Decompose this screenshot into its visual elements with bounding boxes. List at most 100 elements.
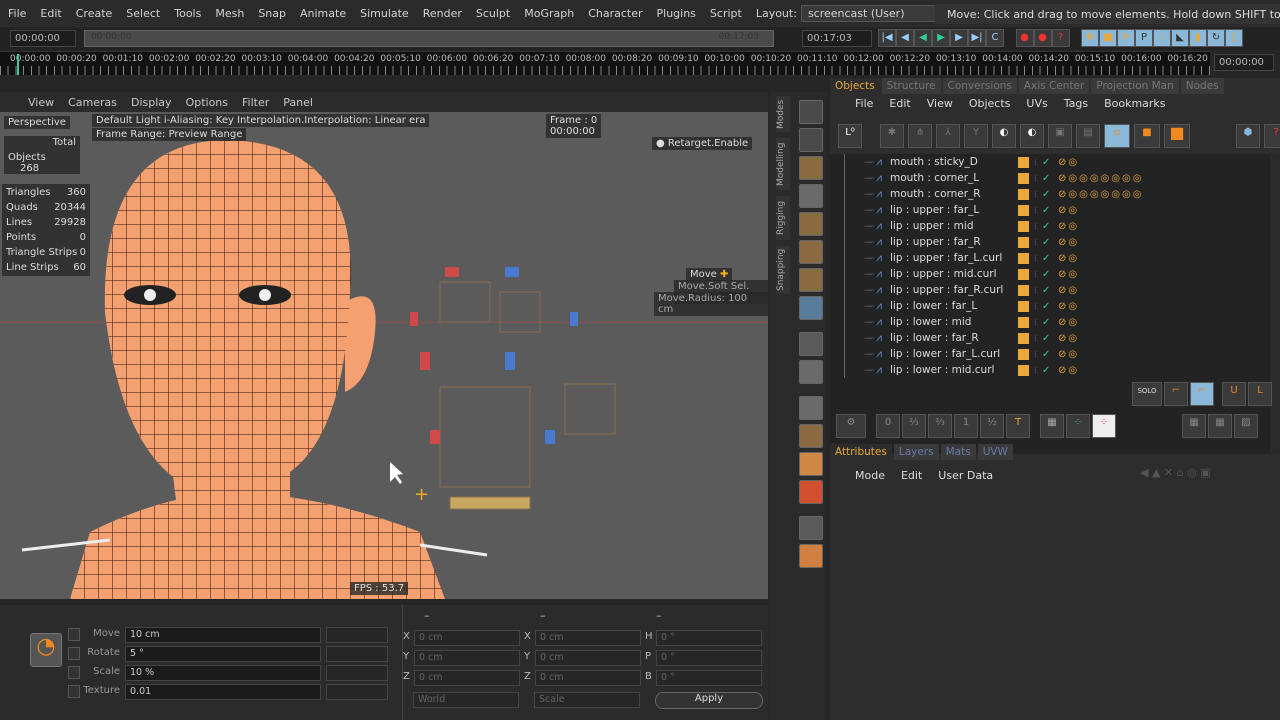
visibility-dots[interactable]: ⁞ bbox=[1034, 158, 1037, 167]
tag-icons[interactable]: ⊘◎ bbox=[1058, 253, 1079, 264]
palette-tool-icon[interactable] bbox=[799, 240, 823, 264]
menu-plugins[interactable]: Plugins bbox=[657, 7, 696, 20]
menu-mograph[interactable]: MoGraph bbox=[524, 7, 574, 20]
menu-character[interactable]: Character bbox=[588, 7, 642, 20]
side-tab-snapping[interactable]: Snapping bbox=[776, 246, 790, 294]
keyframe-selection-button[interactable]: ? bbox=[1051, 29, 1070, 47]
solo-view-button[interactable]: ⌐ bbox=[1190, 382, 1214, 406]
size-large-button[interactable]: ■ bbox=[1164, 124, 1190, 148]
side-tab-modelling[interactable]: Modelling bbox=[776, 138, 790, 190]
group-button[interactable]: ▣ bbox=[1048, 124, 1072, 148]
object-name[interactable]: lip : upper : mid bbox=[890, 220, 974, 232]
layer-color-swatch[interactable] bbox=[1018, 332, 1029, 344]
object-row[interactable]: — ⩘ lip : upper : mid.curl ⁞ ✓ ⊘◎ bbox=[830, 266, 1270, 282]
help-icon[interactable]: ? bbox=[1264, 124, 1280, 148]
rig-tool-2[interactable]: 0 bbox=[876, 414, 900, 438]
palette-tool-icon[interactable] bbox=[799, 268, 823, 292]
menu-mesh[interactable]: Mesh bbox=[215, 7, 244, 20]
grid-tool-button[interactable]: ▦ bbox=[1040, 414, 1064, 438]
visibility-dots[interactable]: ⁞ bbox=[1034, 318, 1037, 327]
tab-conversions[interactable]: Conversions bbox=[942, 78, 1017, 94]
tool-row-dropdown[interactable] bbox=[326, 684, 388, 700]
object-row[interactable]: — ⩘ lip : upper : far_R.curl ⁞ ✓ ⊘◎ bbox=[830, 282, 1270, 298]
prev-key-button[interactable]: ◀ bbox=[896, 29, 914, 47]
side-tab-modes[interactable]: Modes bbox=[776, 96, 790, 132]
menu-script[interactable]: Script bbox=[710, 7, 742, 20]
rig-tool-6[interactable]: ½ bbox=[980, 414, 1004, 438]
palette-tool-icon[interactable] bbox=[799, 296, 823, 320]
object-row[interactable]: — ⩘ lip : lower : far_R ⁞ ✓ ⊘◎ bbox=[830, 330, 1270, 346]
layer-color-swatch[interactable] bbox=[1018, 220, 1029, 232]
tool-row-input[interactable]: 0.01 bbox=[125, 684, 321, 700]
magnet-icon[interactable]: U bbox=[1222, 382, 1246, 406]
object-name[interactable]: lip : upper : far_R bbox=[890, 236, 981, 248]
preview-range-slider[interactable]: 00:00:00 00:17:03 bbox=[84, 30, 774, 47]
joint-tool-button[interactable]: ✱ bbox=[880, 124, 904, 148]
tab-axis-center[interactable]: Axis Center bbox=[1018, 78, 1090, 94]
object-name[interactable]: lip : lower : far_R bbox=[890, 332, 979, 344]
tag-icons[interactable]: ⊘◎ bbox=[1058, 349, 1079, 360]
tag-icons[interactable]: ⊘◎◎◎◎◎◎◎ bbox=[1058, 173, 1143, 184]
tag-icons[interactable]: ⊘◎◎◎◎◎◎◎ bbox=[1058, 189, 1143, 200]
object-row[interactable]: — ⩘ mouth : corner_L ⁞ ✓ ⊘◎◎◎◎◎◎◎ bbox=[830, 170, 1270, 186]
coord-rot-input[interactable]: 0 ° bbox=[656, 630, 762, 646]
enabled-check-icon[interactable]: ✓ bbox=[1042, 317, 1050, 328]
object-row[interactable]: — ⩘ lip : lower : far_L ⁞ ✓ ⊘◎ bbox=[830, 298, 1270, 314]
vp-menu-display[interactable]: Display bbox=[131, 96, 172, 109]
vp-menu-cameras[interactable]: Cameras bbox=[68, 96, 117, 109]
menu-animate[interactable]: Animate bbox=[300, 7, 346, 20]
refresh-button[interactable]: ↻ bbox=[1207, 29, 1225, 47]
menu-select[interactable]: Select bbox=[126, 7, 160, 20]
enabled-check-icon[interactable]: ✓ bbox=[1042, 205, 1050, 216]
goto-end-button[interactable]: ▶| bbox=[968, 29, 986, 47]
layer-color-swatch[interactable] bbox=[1018, 300, 1029, 312]
vp-menu-options[interactable]: Options bbox=[186, 96, 228, 109]
menu-sculpt[interactable]: Sculpt bbox=[476, 7, 510, 20]
object-name[interactable]: lip : lower : mid.curl bbox=[890, 364, 994, 376]
object-row[interactable]: — ⩘ lip : lower : far_L.curl ⁞ ✓ ⊘◎ bbox=[830, 346, 1270, 362]
axis-button[interactable]: L bbox=[1248, 382, 1272, 406]
apply-button[interactable]: Apply bbox=[655, 692, 763, 709]
ik-tool-button[interactable]: ⅄ bbox=[936, 124, 960, 148]
visibility-dots[interactable]: ⁞ bbox=[1034, 222, 1037, 231]
live-selection-tool-icon[interactable]: ◔ bbox=[30, 633, 62, 667]
enabled-check-icon[interactable]: ✓ bbox=[1042, 365, 1050, 376]
object-row[interactable]: — ⩘ lip : upper : far_L ⁞ ✓ ⊘◎ bbox=[830, 202, 1270, 218]
tab-attributes[interactable]: Attributes bbox=[830, 444, 892, 460]
tag-icons[interactable]: ⊘◎ bbox=[1058, 301, 1079, 312]
enabled-check-icon[interactable]: ✓ bbox=[1042, 221, 1050, 232]
scheme-button[interactable]: ▯ bbox=[1225, 29, 1243, 47]
om-menu-bookmarks[interactable]: Bookmarks bbox=[1104, 97, 1165, 110]
palette-tool-icon[interactable] bbox=[799, 212, 823, 236]
key-param-button[interactable]: P bbox=[1135, 29, 1153, 47]
palette-tool-icon[interactable] bbox=[799, 480, 823, 504]
select-cube-icon[interactable]: ⬢ bbox=[1236, 124, 1260, 148]
object-name[interactable]: mouth : corner_L bbox=[890, 172, 979, 184]
key-scale-button[interactable]: ■ bbox=[1099, 29, 1117, 47]
layer-color-swatch[interactable] bbox=[1018, 284, 1029, 296]
bone-tool-button[interactable]: ⋔ bbox=[908, 124, 932, 148]
object-list[interactable]: — ⩘ mouth : sticky_D ⁞ ✓ ⊘◎ — ⩘ mouth : corner_L… bbox=[830, 154, 1270, 454]
enabled-check-icon[interactable]: ✓ bbox=[1042, 189, 1050, 200]
visibility-dots[interactable]: ⁞ bbox=[1034, 302, 1037, 311]
tag-icons[interactable]: ⊘◎ bbox=[1058, 221, 1079, 232]
timeline-ruler[interactable]: 00:00:00 00:00:20 00:01:10 00:02:00 00:02:20… bbox=[0, 51, 1210, 75]
key-pla-button[interactable]: ⁞ bbox=[1153, 29, 1171, 47]
current-time-field[interactable]: 00:00:00 bbox=[1214, 54, 1274, 71]
menu-edit[interactable]: Edit bbox=[40, 7, 61, 20]
coord-rot-input[interactable]: 0 ° bbox=[656, 670, 762, 686]
record-button[interactable]: ● bbox=[1015, 29, 1034, 47]
enabled-check-icon[interactable]: ✓ bbox=[1042, 157, 1050, 168]
visibility-dots[interactable]: ⁞ bbox=[1034, 206, 1037, 215]
visibility-dots[interactable]: ⁞ bbox=[1034, 238, 1037, 247]
om-menu-objects[interactable]: Objects bbox=[969, 97, 1011, 110]
points-select-button[interactable]: ⁘ bbox=[1092, 414, 1116, 438]
next-key-button[interactable]: ▶ bbox=[950, 29, 968, 47]
interpolation-button[interactable]: ◣ bbox=[1171, 29, 1189, 47]
layer-color-swatch[interactable] bbox=[1018, 172, 1029, 184]
play-button[interactable]: ▶ bbox=[932, 29, 950, 47]
coord-pos-input[interactable]: 0 cm bbox=[414, 670, 520, 686]
object-row[interactable]: — ⩘ lip : upper : far_R ⁞ ✓ ⊘◎ bbox=[830, 234, 1270, 250]
menu-render[interactable]: Render bbox=[423, 7, 462, 20]
visibility-dots[interactable]: ⁞ bbox=[1034, 334, 1037, 343]
